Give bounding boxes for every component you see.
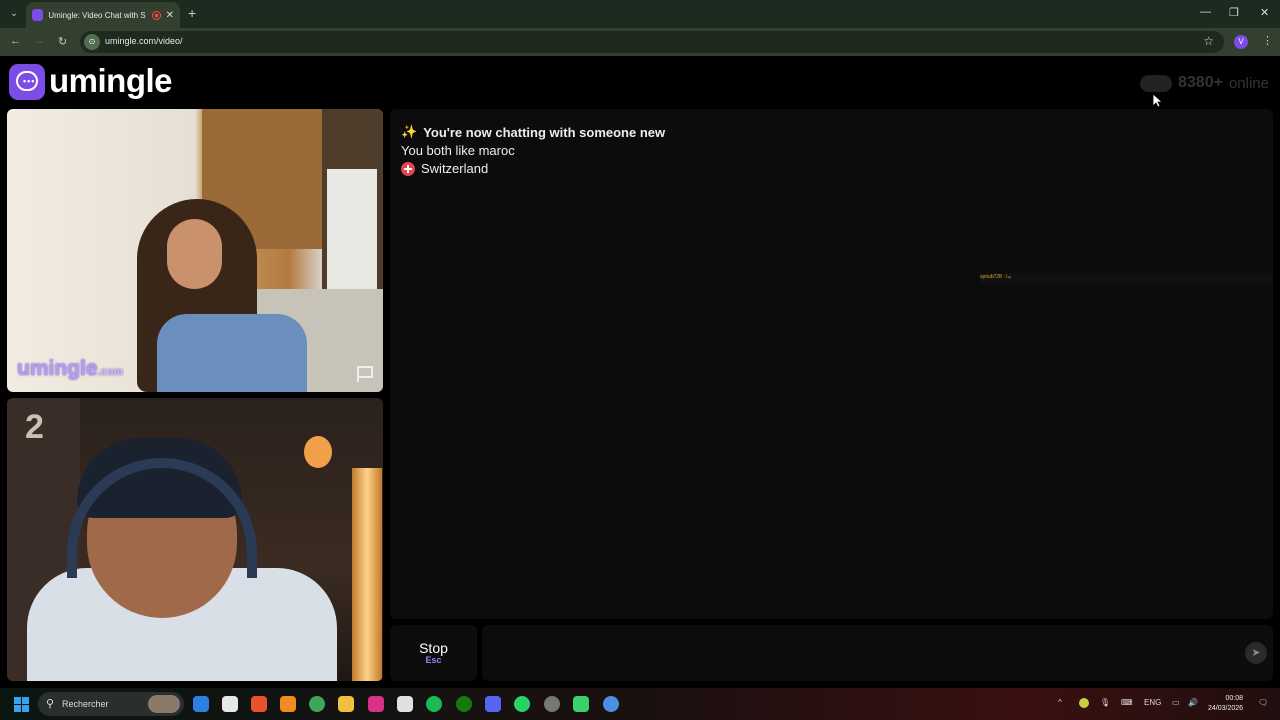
new-tab-plus-icon[interactable]: + xyxy=(188,6,196,20)
taskbar-clock[interactable]: 00:08 24/03/2026 xyxy=(1208,694,1243,714)
discord-icon[interactable] xyxy=(485,696,501,712)
defender-icon[interactable] xyxy=(193,696,209,712)
tray-app-icon[interactable] xyxy=(1079,698,1089,708)
online-count: 8380+ xyxy=(1178,74,1223,91)
vlc-icon[interactable] xyxy=(280,696,296,712)
volume-icon[interactable]: 🔊 xyxy=(1188,698,1198,707)
language-indicator[interactable]: ENG xyxy=(1144,698,1161,707)
browser-menu-icon[interactable]: ⋮ xyxy=(1262,34,1273,47)
tab-search-chevron-icon[interactable]: ⌄ xyxy=(6,6,22,22)
chrome-icon[interactable] xyxy=(309,696,325,712)
whatsapp-icon[interactable] xyxy=(514,696,530,712)
bookmark-star-icon[interactable]: ☆ xyxy=(1203,34,1214,48)
country-text: Switzerland xyxy=(421,161,489,176)
spotify-icon[interactable] xyxy=(426,696,442,712)
umingle-watermark: umingle.com xyxy=(17,357,124,380)
message-input[interactable] xyxy=(482,625,1273,681)
microphone-icon[interactable]: 🎙 xyxy=(1100,698,1110,707)
windows-start-icon[interactable] xyxy=(14,697,29,712)
brave-icon[interactable] xyxy=(251,696,267,712)
online-label: online xyxy=(1228,74,1269,92)
forward-arrow-icon[interactable]: → xyxy=(34,35,45,47)
umingle-favicon-icon xyxy=(32,9,44,21)
notifications-icon[interactable]: 🗨 xyxy=(1258,698,1268,707)
minimize-icon[interactable]: — xyxy=(1200,6,1211,18)
file-explorer-app-icon[interactable] xyxy=(222,696,238,712)
chat-controls: Stop Esc ➤ xyxy=(390,625,1273,681)
stop-shortcut: Esc xyxy=(425,655,442,665)
online-counter: 8380+ online xyxy=(1140,74,1269,92)
mouse-cursor-icon xyxy=(1153,94,1163,108)
search-highlight-image xyxy=(148,695,180,713)
address-bar[interactable]: ⊙ umingle.com/video/ ☆ xyxy=(80,31,1224,53)
switzerland-flag-icon xyxy=(401,161,415,176)
close-window-icon[interactable]: ✕ xyxy=(1260,6,1269,19)
common-interest-text: You both like maroc xyxy=(401,143,515,158)
chat-status-text: You're now chatting with someone new xyxy=(423,124,666,140)
tab-title: Umingle: Video Chat with S xyxy=(48,10,146,20)
back-arrow-icon[interactable]: ← xyxy=(10,35,21,47)
restore-icon[interactable]: ❐ xyxy=(1229,6,1239,19)
instagram-icon[interactable] xyxy=(368,696,384,712)
browser-tab-bar: ⌄ Umingle: Video Chat with S ✕ + — ❐ ✕ xyxy=(0,0,1280,28)
taskbar-search[interactable]: ⚲ Rechercher xyxy=(38,692,184,716)
recording-indicator-icon xyxy=(151,10,161,20)
windows-taskbar: ⚲ Rechercher ^ 🎙 ⌨ ENG ▭ 🔊 00:08 24/03/2… xyxy=(0,688,1280,720)
chat-status-line: ✨ You're now chatting with someone new xyxy=(401,124,665,140)
store-icon[interactable] xyxy=(397,696,413,712)
browser-nav-bar: ← → ↻ ⊙ umingle.com/video/ ☆ xyxy=(0,28,1280,56)
search-label: Rechercher xyxy=(62,699,109,709)
site-info-icon[interactable]: ⊙ xyxy=(84,34,100,50)
search-icon: ⚲ xyxy=(46,698,55,710)
umingle-logo-icon[interactable]: ••• xyxy=(9,64,45,100)
url-text[interactable]: umingle.com/video/ xyxy=(105,36,183,46)
online-toggle[interactable] xyxy=(1140,74,1172,92)
chrome-profile-icon[interactable] xyxy=(603,696,619,712)
network-icon[interactable]: ▭ xyxy=(1172,698,1180,707)
xbox-icon[interactable] xyxy=(456,696,472,712)
browser-tab[interactable]: Umingle: Video Chat with S ✕ xyxy=(26,2,180,28)
stream-overlay-strip xyxy=(980,273,1273,283)
sparkle-icon: ✨ xyxy=(401,124,418,139)
app-icon[interactable] xyxy=(544,696,560,712)
chat-panel: ✨ You're now chatting with someone new Y… xyxy=(390,109,1273,619)
keyboard-icon[interactable]: ⌨ xyxy=(1121,698,1133,707)
country-line: Switzerland xyxy=(401,161,488,176)
stranger-video: umingle.com xyxy=(7,109,383,392)
clock-time: 00:08 xyxy=(1225,695,1244,702)
logo-text[interactable]: umingle xyxy=(49,62,173,100)
stop-button[interactable]: Stop Esc xyxy=(390,625,477,681)
report-flag-icon[interactable] xyxy=(357,366,373,382)
folder-icon[interactable] xyxy=(338,696,354,712)
stop-label: Stop xyxy=(419,640,448,656)
self-video: 2 xyxy=(7,398,383,681)
tab-close-icon[interactable]: ✕ xyxy=(166,10,174,21)
common-interest-line: You both like maroc xyxy=(401,143,515,158)
stream-overlay-tag: ayoub728 : بدا xyxy=(980,274,1012,280)
clock-date: 24/03/2026 xyxy=(1208,705,1244,712)
play-icon[interactable] xyxy=(573,696,589,712)
reload-icon[interactable]: ↻ xyxy=(58,35,67,48)
tray-chevron-icon[interactable]: ^ xyxy=(1058,698,1062,707)
send-arrow-icon[interactable]: ➤ xyxy=(1245,642,1267,664)
profile-avatar[interactable]: V xyxy=(1234,35,1248,49)
